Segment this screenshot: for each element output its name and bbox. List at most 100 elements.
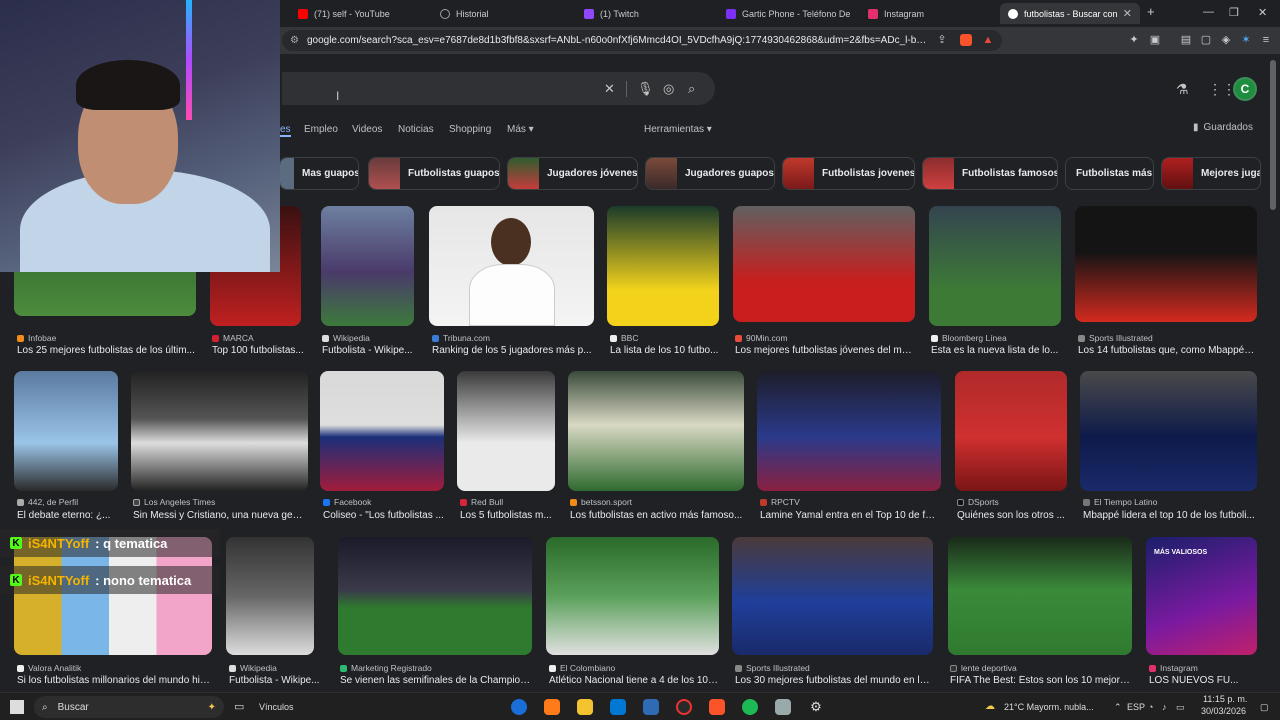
result-caption[interactable]: FIFA The Best: Éstos son los 10 mejore..…	[950, 675, 1132, 686]
result-caption[interactable]: Los 30 mejores futbolistas del mundo en …	[735, 675, 933, 686]
store-icon[interactable]	[610, 699, 626, 715]
result-image-22[interactable]	[948, 537, 1132, 655]
minimize-icon[interactable]: —	[1203, 6, 1214, 18]
tab-gartic[interactable]: Gartic Phone - Teléfono De	[718, 3, 858, 24]
result-caption[interactable]: Quiénes son los otros ...	[957, 510, 1067, 521]
tab-instagram[interactable]: Instagram	[860, 3, 995, 24]
spotify-icon[interactable]	[742, 699, 758, 715]
result-image-13[interactable]	[568, 371, 744, 491]
brave-shield-icon[interactable]	[960, 34, 972, 46]
extensions-icon[interactable]: ✦	[1128, 34, 1140, 46]
task-view-icon[interactable]: ▭	[234, 700, 244, 713]
result-caption[interactable]: Sin Messi y Cristiano, una nueva gen...	[133, 510, 305, 521]
tab-images[interactable]: es	[280, 124, 291, 137]
result-image-21[interactable]	[732, 537, 933, 655]
chip-futbolistas-famosos[interactable]: Futbolistas famosos	[922, 157, 1058, 190]
address-bar[interactable]: ⚙ google.com/search?sca_esv=e7687de8d1b3…	[282, 30, 1002, 51]
result-caption[interactable]: Ranking de los 5 jugadores más p...	[432, 345, 592, 356]
weather-text[interactable]: 21°C Mayorm. nubla...	[1004, 702, 1094, 712]
tab-youtube[interactable]: (71) self - YouTube	[290, 3, 425, 24]
brave-rewards-icon[interactable]: ▲	[982, 34, 994, 46]
wifi-icon[interactable]: ◔	[1148, 702, 1153, 712]
result-caption[interactable]: Se vienen las semifinales de la Champion…	[340, 675, 532, 686]
result-image-19[interactable]	[338, 537, 532, 655]
result-caption[interactable]: Coliseo - "Los futbolistas ...	[323, 510, 445, 521]
file-explorer-icon[interactable]	[577, 699, 593, 715]
language-indicator[interactable]: ESP	[1127, 702, 1145, 712]
result-image-4[interactable]	[429, 206, 594, 326]
tab-noticias[interactable]: Noticias	[398, 124, 434, 135]
apps-grid-icon[interactable]: ⋮⋮	[1208, 81, 1236, 98]
result-image-7[interactable]	[929, 206, 1061, 326]
tray-chevron-icon[interactable]: ⌃	[1114, 702, 1122, 713]
battery-icon[interactable]: ▭	[1176, 702, 1185, 713]
tools-button[interactable]: Herramientas ▾	[644, 124, 712, 135]
copilot-icon[interactable]	[544, 699, 560, 715]
links-toolbar[interactable]: Vínculos	[259, 702, 294, 712]
result-caption[interactable]: Futbolista - Wikipe...	[229, 675, 321, 686]
vpn-icon[interactable]: ◈	[1220, 34, 1232, 46]
result-image-18[interactable]	[226, 537, 314, 655]
result-caption[interactable]: La lista de los 10 futbo...	[610, 345, 720, 356]
page-scrollbar[interactable]	[1270, 60, 1276, 210]
result-caption[interactable]: Mbappé lidera el top 10 de los futboli..…	[1083, 510, 1257, 521]
site-info-icon[interactable]: ⚙	[290, 35, 299, 46]
result-caption[interactable]: LOS NUEVOS FU...	[1149, 675, 1257, 686]
edge-icon[interactable]	[511, 699, 527, 715]
obs-icon[interactable]	[676, 699, 692, 715]
chip-futbolistas-guapos[interactable]: Futbolistas guapos	[368, 157, 500, 190]
tab-empleo[interactable]: Empleo	[304, 124, 338, 135]
maximize-icon[interactable]: ❐	[1229, 6, 1239, 19]
chip-mejores-jugadores[interactable]: Mejores juga	[1161, 157, 1261, 190]
result-image-16[interactable]	[1080, 371, 1257, 491]
result-caption[interactable]: Los 14 futbolistas que, como Mbappé, ...	[1078, 345, 1256, 356]
result-image-23[interactable]: MÁS VALIOSOS	[1146, 537, 1257, 655]
notification-icon[interactable]: ▢	[1260, 702, 1269, 713]
result-image-6[interactable]	[733, 206, 915, 322]
lens-icon[interactable]: ◎	[663, 82, 674, 95]
result-image-12[interactable]	[457, 371, 555, 491]
result-caption[interactable]: Lamine Yamal entra en el Top 10 de fut..…	[760, 510, 940, 521]
result-caption[interactable]: Top 100 futbolistas...	[212, 345, 308, 356]
app-icon[interactable]	[775, 699, 791, 715]
tab-shopping[interactable]: Shopping	[449, 124, 491, 135]
result-image-3[interactable]	[321, 206, 414, 326]
brave-icon[interactable]	[709, 699, 725, 715]
close-tab-icon[interactable]: ✕	[1123, 7, 1132, 20]
result-image-10[interactable]	[131, 371, 308, 491]
result-caption[interactable]: Si los futbolistas millonarios del mundo…	[17, 675, 211, 686]
avatar[interactable]: C	[1233, 77, 1257, 101]
search-input[interactable]: I ✕ 🎙 ◎ ⌕	[282, 72, 715, 105]
share-icon[interactable]: ⇪	[936, 34, 948, 46]
settings-icon[interactable]: ⚙	[808, 699, 824, 715]
clock-date[interactable]: 30/03/2026	[1201, 706, 1246, 716]
wallet-icon[interactable]: ▢	[1200, 34, 1212, 46]
tab-videos[interactable]: Videos	[352, 124, 382, 135]
windows-start-icon[interactable]	[10, 700, 24, 714]
tab-mas[interactable]: Más ▾	[507, 124, 534, 135]
result-image-8[interactable]	[1075, 206, 1257, 322]
new-tab-button[interactable]: +	[1147, 4, 1155, 19]
result-image-15[interactable]	[955, 371, 1067, 491]
microphone-icon[interactable]: 🎙	[637, 82, 654, 95]
result-caption[interactable]: Atlético Nacional tiene a 4 de los 10 ..…	[549, 675, 719, 686]
close-window-icon[interactable]: ✕	[1258, 6, 1267, 19]
leo-icon[interactable]: ✶	[1240, 34, 1252, 46]
labs-icon[interactable]: ⚗	[1176, 81, 1189, 98]
result-caption[interactable]: El debate eterno: ¿...	[17, 510, 117, 521]
tab-google-search[interactable]: futbolistas - Buscar con Go✕	[1000, 3, 1140, 24]
result-image-5[interactable]	[607, 206, 719, 326]
clear-icon[interactable]: ✕	[604, 82, 615, 95]
result-image-11[interactable]	[320, 371, 444, 491]
result-caption[interactable]: Los 25 mejores futbolistas de los últim.…	[17, 345, 197, 356]
menu-icon[interactable]: ≡	[1260, 34, 1272, 46]
result-caption[interactable]: Los 5 futbolistas m...	[460, 510, 556, 521]
saved-button[interactable]: ▮ Guardados	[1193, 122, 1253, 133]
sidebar-icon[interactable]: ▤	[1180, 34, 1192, 46]
tab-twitch[interactable]: (1) Twitch	[576, 3, 716, 24]
volume-icon[interactable]: ♪	[1162, 702, 1167, 712]
result-caption[interactable]: Los futbolistas en activo más famoso...	[570, 510, 744, 521]
result-image-14[interactable]	[757, 371, 941, 491]
clock-time[interactable]: 11:15 p. m.	[1203, 694, 1247, 704]
chip-mas-guapos[interactable]: Mas guapos	[279, 157, 359, 190]
